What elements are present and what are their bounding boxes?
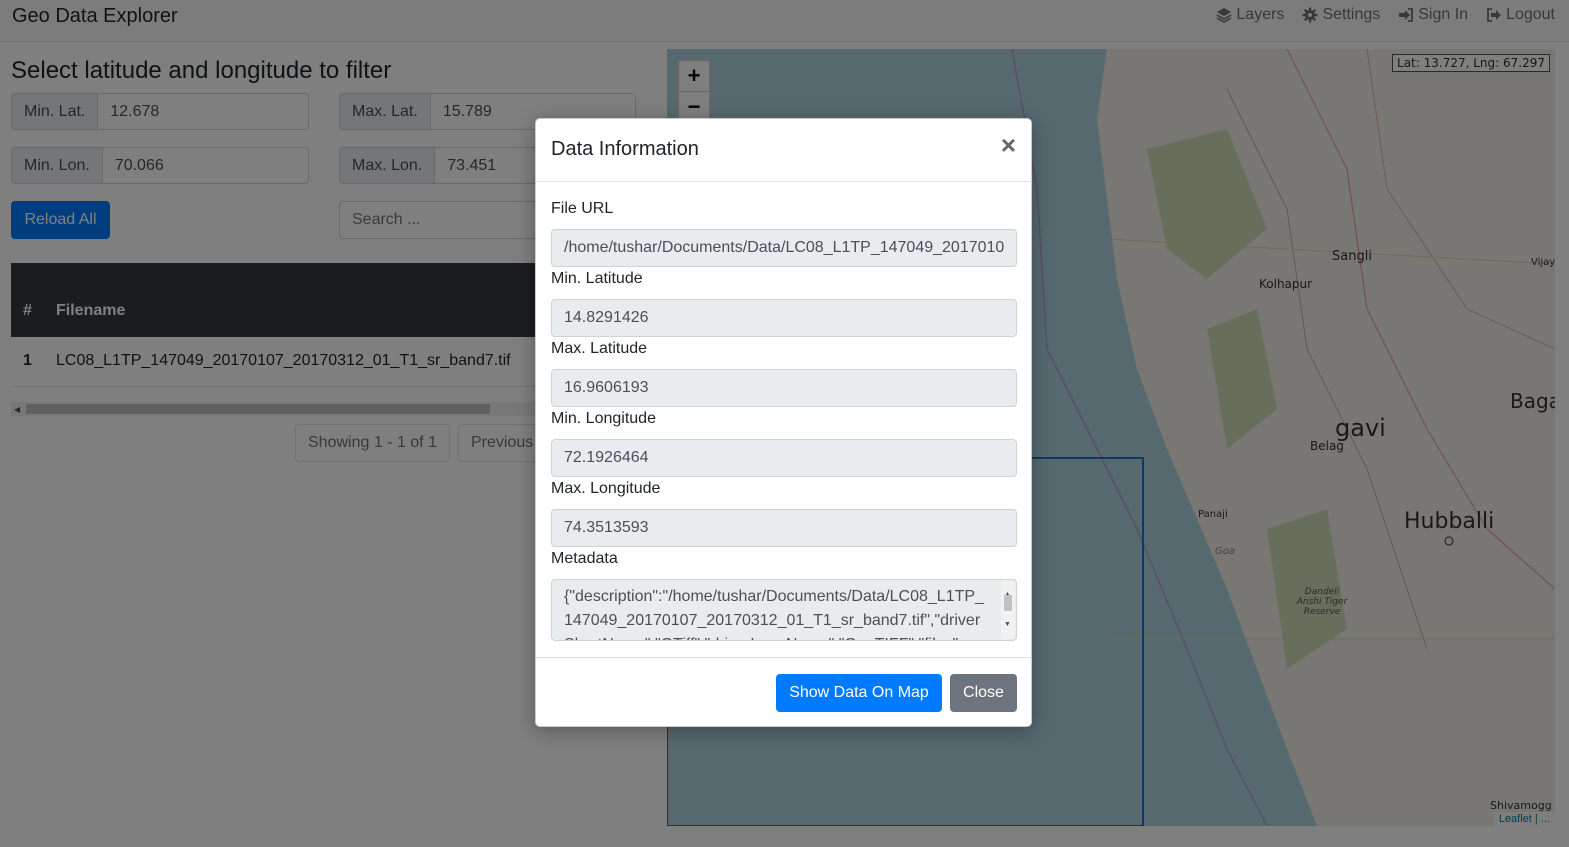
close-icon[interactable]: ×	[1001, 132, 1016, 158]
modal-title: Data Information	[551, 138, 699, 160]
file-url-field[interactable]: /home/tushar/Documents/Data/LC08_L1TP_14…	[551, 229, 1017, 267]
textarea-scroll-thumb[interactable]	[1004, 595, 1012, 611]
metadata-label: Metadata	[551, 550, 618, 567]
metadata-text: {"description":"/home/tushar/Documents/D…	[564, 588, 984, 640]
max-latitude-field[interactable]: 16.9606193	[551, 369, 1017, 407]
max-longitude-field[interactable]: 74.3513593	[551, 509, 1017, 547]
close-button[interactable]: Close	[950, 674, 1017, 712]
scroll-down-icon[interactable]: ▼	[1004, 613, 1011, 637]
show-data-on-map-button[interactable]: Show Data On Map	[776, 674, 942, 712]
min-longitude-label: Min. Longitude	[551, 410, 656, 427]
modal-footer: Show Data On Map Close	[536, 657, 1031, 727]
file-url-label: File URL	[551, 200, 614, 217]
metadata-textarea[interactable]: {"description":"/home/tushar/Documents/D…	[551, 579, 1017, 641]
min-latitude-label: Min. Latitude	[551, 270, 643, 287]
textarea-scrollbar[interactable]: ▲ ▼	[1001, 581, 1015, 639]
min-latitude-field[interactable]: 14.8291426	[551, 299, 1017, 337]
modal-header: Data Information ×	[536, 119, 1031, 182]
max-latitude-label: Max. Latitude	[551, 340, 648, 357]
max-longitude-label: Max. Longitude	[551, 480, 661, 497]
min-longitude-field[interactable]: 72.1926464	[551, 439, 1017, 477]
data-information-modal: Data Information × File URL /home/tushar…	[535, 118, 1032, 727]
